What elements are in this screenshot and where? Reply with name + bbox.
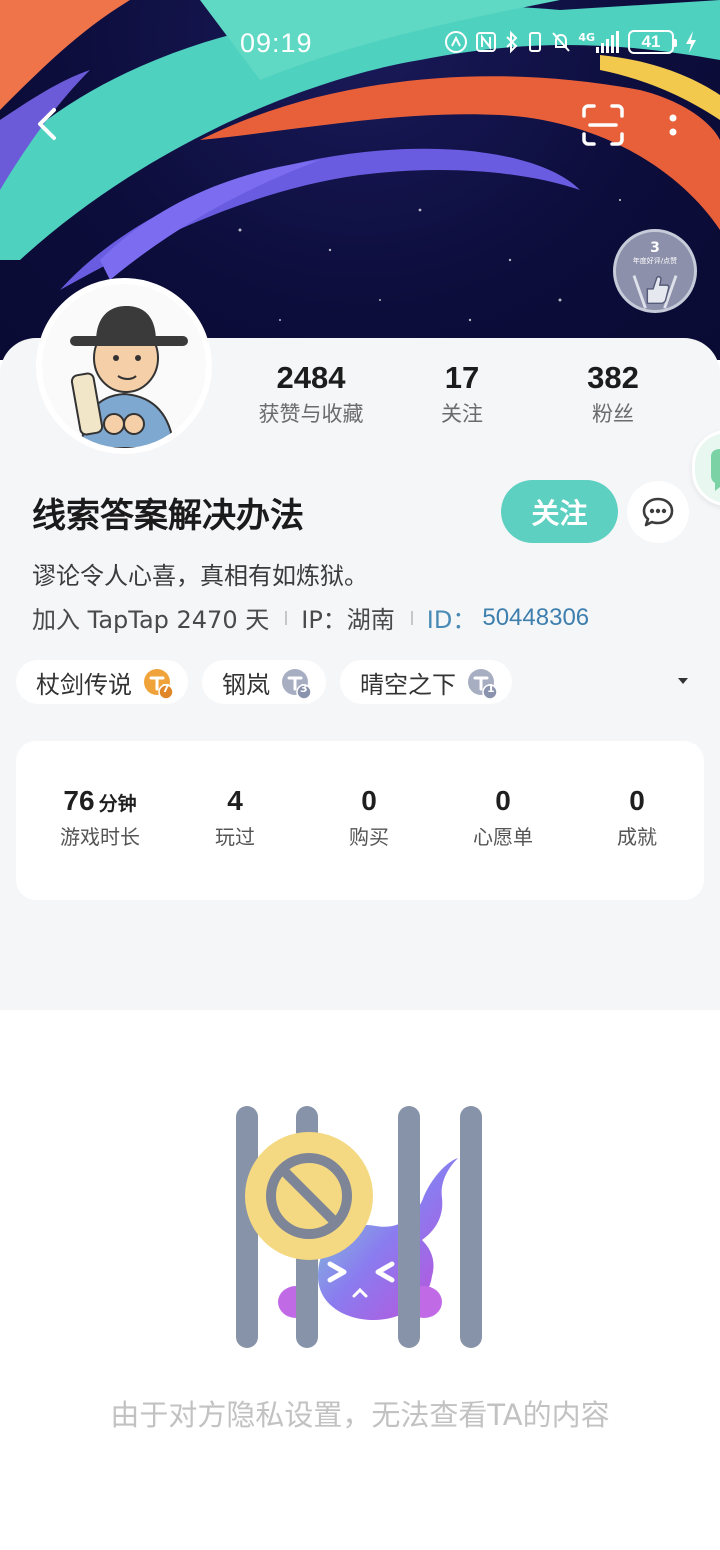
meta-divider [410, 610, 413, 625]
nfc-icon [444, 30, 468, 54]
bio: 谬论令人心喜，真相有如炼狱。 [32, 562, 368, 590]
join-duration: 加入 TapTap 2470 天 [32, 606, 270, 634]
meta-divider [285, 610, 288, 625]
stat-followers-label: 粉丝 [592, 402, 634, 426]
profile-meta: 加入 TapTap 2470 天 IP：湖南 ID： 50448306 [32, 600, 589, 635]
game-tag-name: 杖剑传说 [36, 670, 132, 699]
stat-achievements[interactable]: 0 成就 [567, 785, 707, 850]
avatar-image [42, 284, 206, 448]
more-vertical-icon [669, 114, 677, 136]
message-icon [642, 497, 674, 527]
chevron-left-icon [38, 108, 56, 140]
scan-button[interactable] [580, 102, 626, 148]
user-id-value[interactable]: 50448306 [482, 604, 589, 632]
network-type: 4G [578, 31, 595, 44]
level-badge-icon: 1 [466, 667, 498, 700]
stat-likes-label: 获赞与收藏 [258, 402, 364, 426]
stat-following-label: 关注 [441, 402, 483, 426]
back-button[interactable] [26, 102, 70, 146]
stat-followers[interactable]: 382 粉丝 [563, 360, 663, 428]
floating-chat-bubble[interactable] [692, 430, 720, 506]
achievements-value: 0 [629, 785, 645, 816]
level-badge-icon: 7 [142, 667, 174, 700]
game-tag-name: 晴空之下 [360, 670, 456, 699]
played-label: 玩过 [215, 825, 255, 849]
status-icons: 4G 41 [444, 30, 698, 54]
stat-likes-value: 2484 [276, 360, 346, 395]
stat-likes[interactable]: 2484 获赞与收藏 [248, 360, 374, 428]
game-tag-name: 钢岚 [222, 670, 270, 699]
badge-number: 3 [650, 240, 660, 256]
mute-icon [550, 30, 572, 54]
playtime-unit: 分钟 [98, 793, 137, 815]
achievement-badge[interactable]: 3 年度好评/点赞 [613, 229, 697, 313]
privacy-message: 由于对方隐私设置，无法查看TA的内容 [110, 1398, 610, 1432]
scan-icon [582, 104, 624, 146]
game-tag[interactable]: 杖剑传说 7 [16, 660, 188, 704]
status-time: 09:19 [240, 28, 313, 58]
bluetooth-icon [504, 30, 520, 54]
game-stats-card: 76 分钟 游戏时长 4 玩过 0 购买 0 心愿单 0 成就 [16, 741, 704, 900]
privacy-locked-illustration [226, 1100, 506, 1360]
username: 线索答案解决办法 [32, 496, 304, 536]
follow-button[interactable]: 关注 [501, 480, 618, 543]
stat-playtime[interactable]: 76 分钟 游戏时长 [30, 785, 170, 850]
game-tag[interactable]: 钢岚 3 [202, 660, 326, 704]
stat-following-value: 17 [444, 360, 480, 395]
thumbs-up-icon [632, 275, 678, 309]
purchased-label: 购买 [349, 825, 389, 849]
wishlist-label: 心愿单 [473, 825, 533, 849]
playtime-value: 76 [63, 785, 95, 816]
game-tags: 杖剑传说 7 钢岚 3 晴空之下 1 [16, 660, 512, 704]
ip-location: IP：湖南 [301, 606, 395, 634]
vibrate-icon [526, 30, 544, 54]
purchased-value: 0 [361, 785, 377, 816]
played-value: 4 [227, 785, 243, 816]
profile-screen: 09:19 4G 41 3 年度好评/点赞 2484 获赞与收藏 17 关注 3… [0, 0, 720, 1550]
avatar[interactable] [36, 278, 212, 454]
message-button[interactable] [627, 481, 689, 543]
n-icon [474, 30, 498, 54]
more-button[interactable] [656, 108, 690, 142]
triangle-down-icon [678, 678, 688, 684]
playtime-label: 游戏时长 [60, 825, 140, 849]
stat-wishlist[interactable]: 0 心愿单 [433, 785, 573, 850]
achievements-label: 成就 [617, 825, 657, 849]
charging-icon [684, 30, 698, 54]
badge-caption: 年度好评/点赞 [632, 257, 678, 265]
user-id-label: ID： [426, 606, 477, 634]
level-number: 1 [487, 682, 495, 695]
game-tag[interactable]: 晴空之下 1 [340, 660, 512, 704]
battery-indicator: 41 [628, 30, 677, 54]
status-bar: 09:19 4G 41 [0, 0, 720, 90]
wishlist-value: 0 [495, 785, 511, 816]
stat-followers-value: 382 [587, 360, 639, 395]
level-number: 7 [162, 682, 170, 695]
stat-following[interactable]: 17 关注 [412, 360, 512, 428]
tags-expand-button[interactable] [672, 672, 694, 690]
stat-played[interactable]: 4 玩过 [165, 785, 305, 850]
chat-bubble-icon [711, 449, 720, 491]
level-number: 3 [300, 682, 308, 695]
signal-icon: 4G [578, 31, 622, 53]
stat-purchased[interactable]: 0 购买 [299, 785, 439, 850]
jail-mascot-icon [236, 1106, 482, 1348]
level-badge-icon: 3 [280, 667, 312, 700]
